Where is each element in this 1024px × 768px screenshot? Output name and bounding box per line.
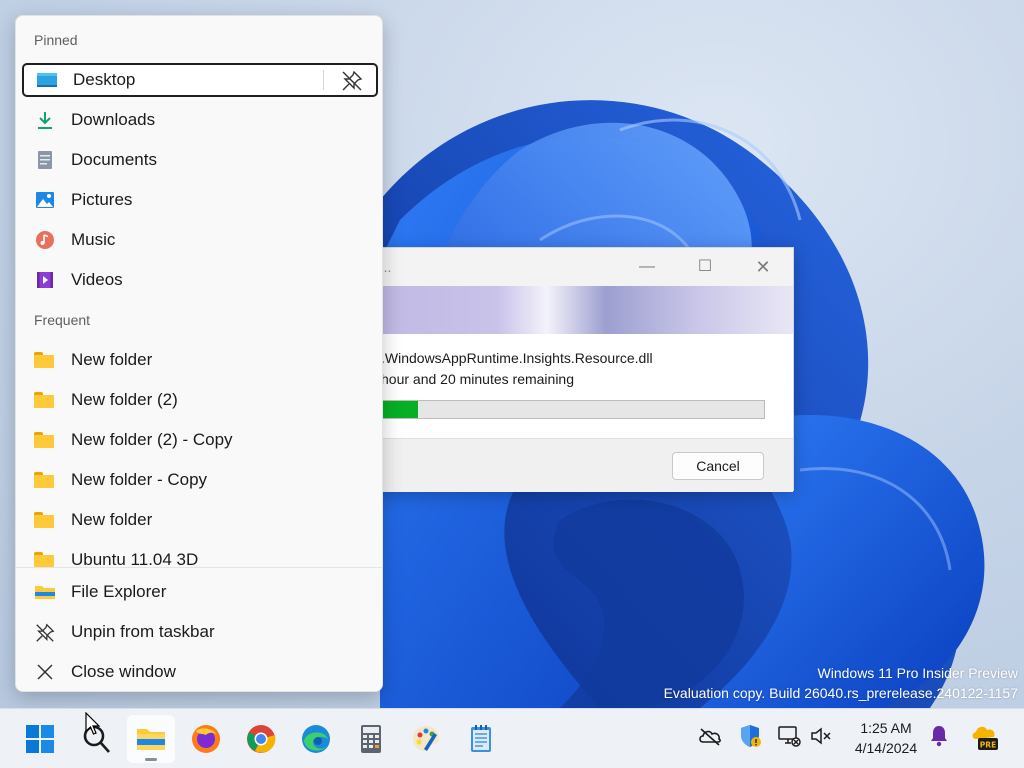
start-icon [26, 725, 54, 753]
action-label: File Explorer [71, 582, 167, 601]
pinned-item-music[interactable]: Music [22, 223, 378, 257]
folder-icon [34, 472, 56, 492]
folder-icon [34, 512, 56, 532]
pinned-item-videos[interactable]: Videos [22, 263, 378, 297]
pinned-item-desktop[interactable]: Desktop [22, 63, 378, 97]
pinned-item-label: Downloads [71, 110, 156, 129]
action-label: Close window [71, 662, 176, 681]
pinned-item-label: Desktop [73, 70, 136, 89]
copy-progress-bar [379, 400, 765, 419]
clock-date[interactable]: 4/14/2024 [846, 740, 926, 756]
calculator-icon [361, 725, 381, 753]
pinned-section-label: Pinned [34, 32, 78, 48]
copy-progress-fill [380, 401, 419, 418]
minimize-button[interactable]: — [627, 254, 667, 280]
file-explorer-icon [137, 729, 165, 750]
clock-time[interactable]: 1:25 AM [846, 720, 926, 736]
pin-separator [323, 70, 324, 90]
security-icon[interactable] [737, 723, 763, 749]
maximize-button[interactable]: ☐ [685, 254, 725, 280]
frequent-item[interactable]: New folder (2) [22, 383, 378, 417]
taskbar-calculator[interactable] [347, 715, 395, 763]
close-button[interactable]: ✕ [743, 254, 783, 280]
action-unpin-from-taskbar[interactable]: Unpin from taskbar [22, 615, 378, 649]
folder-icon [34, 392, 56, 412]
action-label: Unpin from taskbar [71, 622, 215, 641]
frequent-item-label: New folder (2) [71, 390, 178, 409]
taskbar-file-explorer[interactable] [127, 715, 175, 763]
frequent-item[interactable]: New folder (2) - Copy [22, 423, 378, 457]
mouse-cursor [85, 712, 101, 735]
taskbar-chrome[interactable] [237, 715, 285, 763]
taskbar-notepad[interactable] [457, 715, 505, 763]
notepad-icon [471, 725, 491, 752]
frequent-item-label: New folder - Copy [71, 470, 208, 489]
pinned-item-label: Pictures [71, 190, 133, 209]
copy-file-name: .WindowsAppRuntime.Insights.Resource.dll [381, 350, 653, 366]
action-close-window[interactable]: Close window [22, 655, 378, 689]
frequent-item-label: New folder [71, 510, 153, 529]
pinned-item-downloads[interactable]: Downloads [22, 103, 378, 137]
pinned-item-documents[interactable]: Documents [22, 143, 378, 177]
time-remaining: hour and 20 minutes remaining [381, 371, 575, 387]
frequent-item-label: New folder [71, 350, 153, 369]
frequent-item[interactable]: New folder [22, 343, 378, 377]
firefox-icon [192, 725, 220, 753]
taskbar-edge[interactable] [292, 715, 340, 763]
notification-bell-icon[interactable] [926, 723, 952, 749]
running-indicator [145, 758, 157, 761]
pinned-item-label: Videos [71, 270, 123, 289]
edge-icon [302, 725, 330, 753]
pinned-item-label: Documents [71, 150, 157, 169]
close-icon [34, 662, 56, 682]
file-explorer-jump-list: Pinned Desktop Downloads Documents Pictu… [15, 15, 383, 692]
documents-icon [34, 150, 56, 170]
frequent-item-label: New folder (2) - Copy [71, 430, 233, 449]
start-button[interactable] [16, 715, 64, 763]
taskbar-firefox[interactable] [182, 715, 230, 763]
watermark-edition: Windows 11 Pro Insider Preview [817, 665, 1018, 681]
paint-icon [412, 726, 439, 752]
taskbar-paint[interactable] [402, 715, 450, 763]
watermark-build: Evaluation copy. Build 26040.rs_prerelea… [663, 685, 1018, 701]
svg-text:PRE: PRE [980, 741, 996, 750]
pinned-item-pictures[interactable]: Pictures [22, 183, 378, 217]
action-file-explorer[interactable]: File Explorer [22, 575, 378, 609]
desktop-icon [36, 71, 58, 91]
music-icon [34, 230, 56, 250]
file-explorer-icon [34, 583, 56, 603]
network-icon[interactable] [776, 723, 802, 749]
folder-icon [34, 352, 56, 372]
frequent-item[interactable]: New folder [22, 503, 378, 537]
taskbar: 1:25 AM 4/14/2024 PRE [0, 708, 1024, 768]
cancel-button[interactable]: Cancel [672, 452, 764, 480]
insider-preview-badge-icon[interactable]: PRE [966, 719, 1002, 755]
chrome-icon [247, 725, 276, 753]
pictures-icon [34, 190, 56, 210]
downloads-icon [34, 110, 56, 130]
frequent-item[interactable]: New folder - Copy [22, 463, 378, 497]
videos-icon [34, 270, 56, 290]
pinned-item-label: Music [71, 230, 116, 249]
frequent-section-label: Frequent [34, 312, 91, 328]
folder-icon [34, 432, 56, 452]
unpin-icon [34, 622, 56, 642]
volume-muted-icon[interactable] [808, 723, 834, 749]
unpin-icon[interactable] [340, 69, 364, 93]
jump-list-actions: File Explorer Unpin from taskbar Close w… [16, 568, 382, 691]
onedrive-icon[interactable] [697, 723, 723, 749]
